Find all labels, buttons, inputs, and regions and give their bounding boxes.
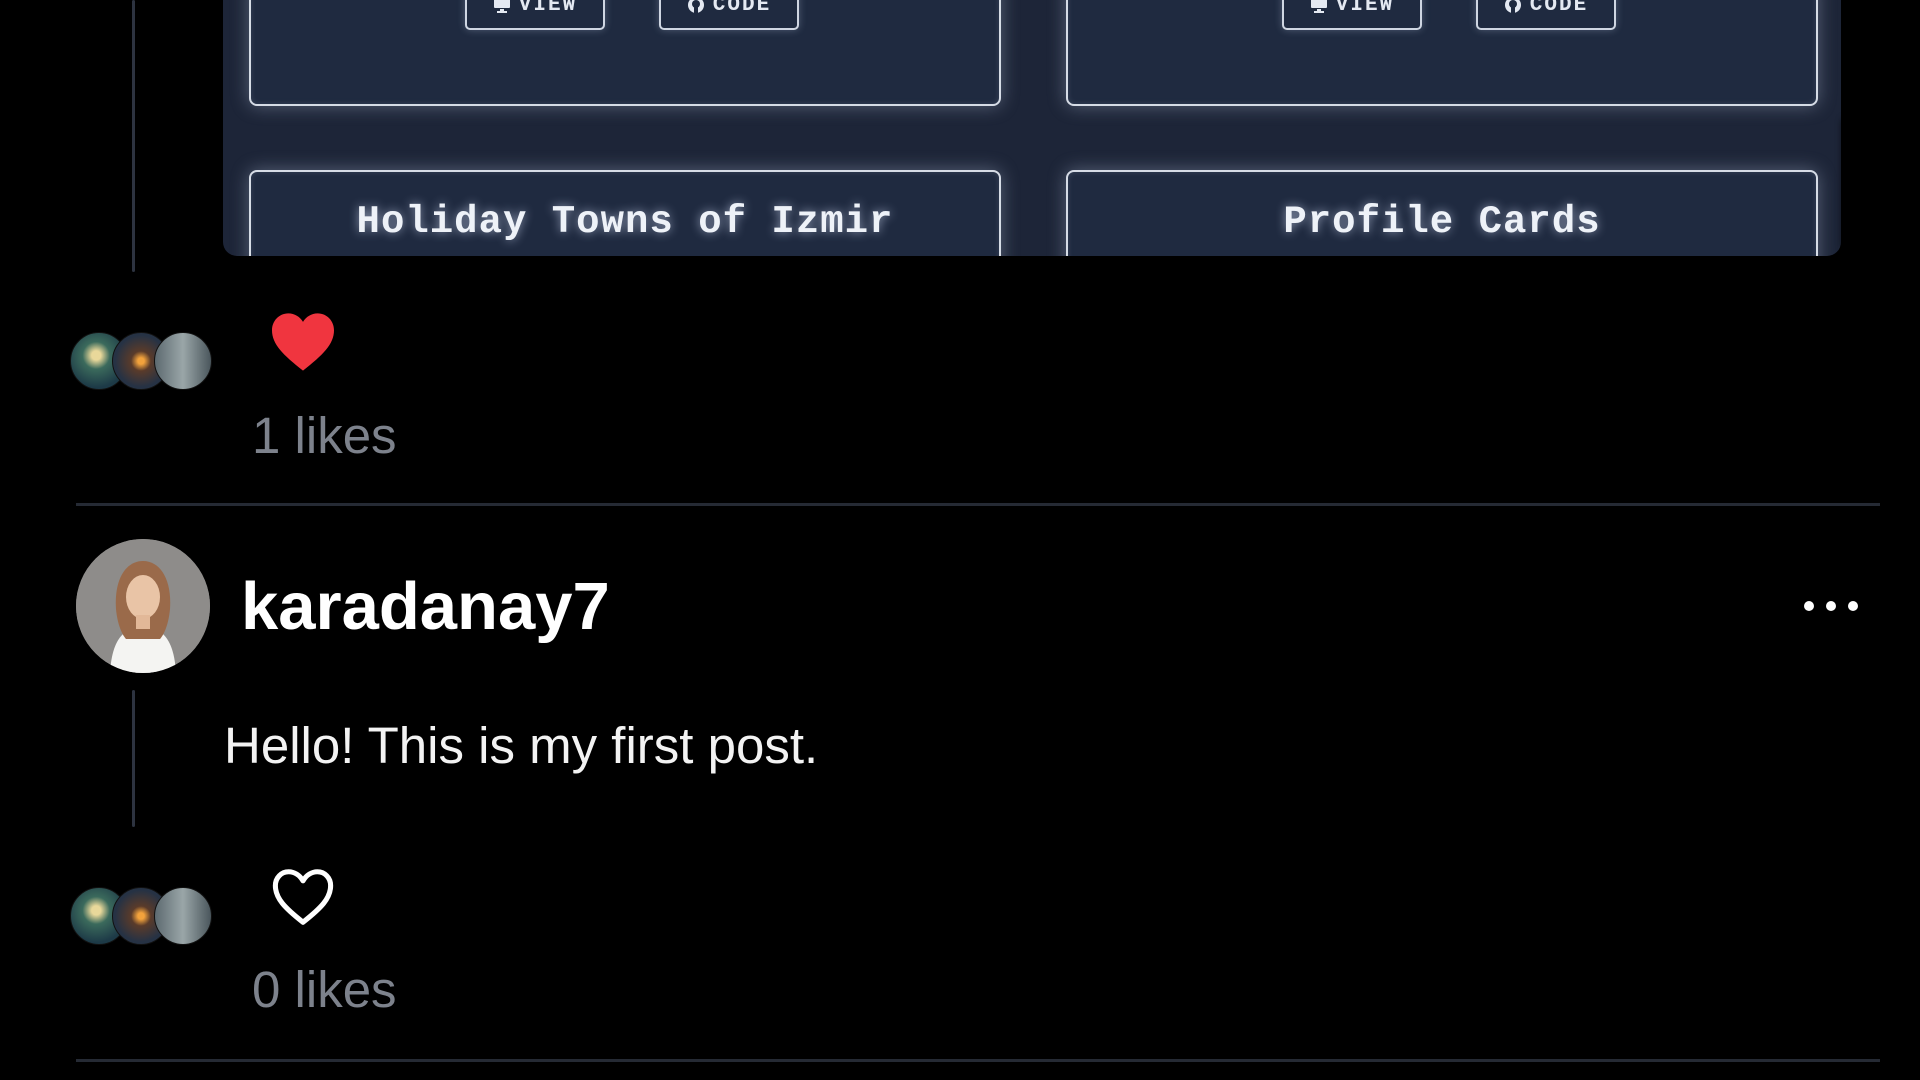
- project-card: VIEW CODE: [1066, 0, 1818, 106]
- project-title: Profile Cards: [1283, 200, 1601, 244]
- heart-filled-icon: [272, 313, 334, 371]
- view-label: VIEW: [1335, 0, 1395, 17]
- username[interactable]: karadanay7: [241, 568, 610, 645]
- heart-outline-icon: [272, 869, 334, 925]
- dot: [1848, 601, 1858, 611]
- github-icon: [1504, 0, 1522, 14]
- avatar: [154, 887, 212, 945]
- likes-count[interactable]: 0 likes: [252, 960, 397, 1019]
- post-divider: [76, 1059, 1880, 1062]
- liked-by-avatars[interactable]: [70, 887, 212, 945]
- project-card: Profile Cards: [1066, 170, 1818, 256]
- post-media-preview[interactable]: VIEW CODE VIEW CODE Holiday Towns of Izm…: [223, 0, 1841, 256]
- project-card: Holiday Towns of Izmir: [249, 170, 1001, 256]
- view-button[interactable]: VIEW: [1282, 0, 1422, 30]
- github-icon: [687, 0, 705, 14]
- feed: VIEW CODE VIEW CODE Holiday Towns of Izm…: [6, 0, 1912, 1080]
- code-label: CODE: [1529, 0, 1589, 17]
- likes-count[interactable]: 1 likes: [252, 406, 397, 465]
- user-avatar[interactable]: [76, 539, 210, 673]
- post-text: Hello! This is my first post.: [224, 717, 819, 774]
- code-button[interactable]: CODE: [1476, 0, 1616, 30]
- dot: [1804, 601, 1814, 611]
- monitor-icon: [1310, 0, 1328, 14]
- avatar: [154, 332, 212, 390]
- project-title: Holiday Towns of Izmir: [356, 200, 894, 244]
- code-button[interactable]: CODE: [659, 0, 799, 30]
- like-button[interactable]: [269, 865, 337, 927]
- code-label: CODE: [712, 0, 772, 17]
- more-options-button[interactable]: [1804, 586, 1858, 626]
- view-button[interactable]: VIEW: [465, 0, 605, 30]
- liked-by-avatars[interactable]: [70, 332, 212, 390]
- thread-line: [132, 0, 135, 272]
- thread-line: [132, 690, 135, 827]
- post-divider: [76, 503, 1880, 506]
- view-label: VIEW: [518, 0, 578, 17]
- like-button[interactable]: [269, 310, 337, 372]
- monitor-icon: [493, 0, 511, 14]
- dot: [1826, 601, 1836, 611]
- project-card: VIEW CODE: [249, 0, 1001, 106]
